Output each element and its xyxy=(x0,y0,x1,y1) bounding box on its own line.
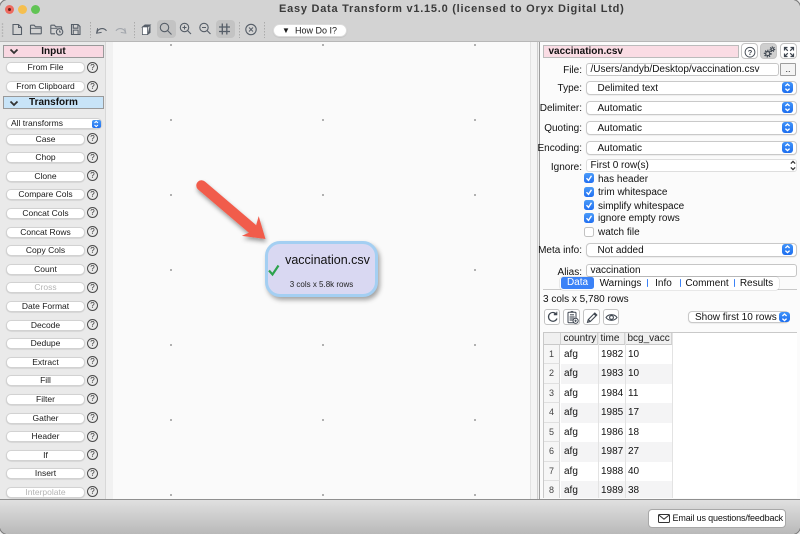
svg-text:?: ? xyxy=(747,47,752,56)
